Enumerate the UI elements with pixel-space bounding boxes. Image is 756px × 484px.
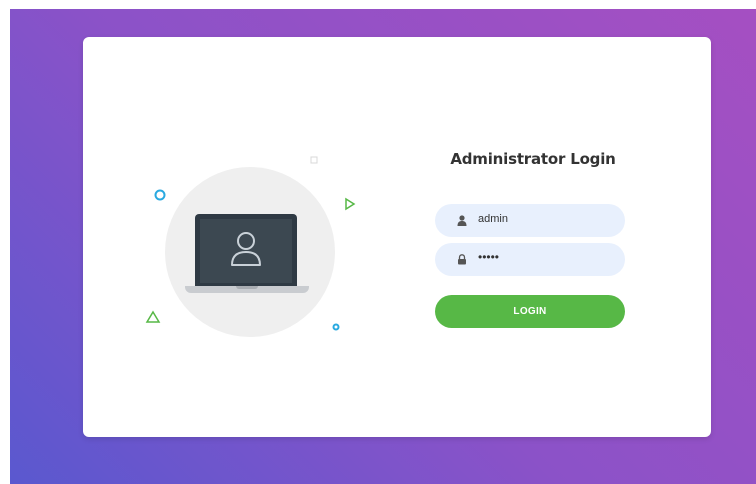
login-illustration	[133, 137, 373, 357]
username-value: admin	[478, 213, 508, 225]
login-button[interactable]: LOGIN	[435, 295, 625, 328]
ring-decoration-icon	[154, 189, 166, 201]
login-title: Administrator Login	[450, 150, 616, 168]
triangle-up-decoration-icon	[145, 310, 161, 323]
laptop-notch	[236, 286, 258, 289]
password-input[interactable]: •••••	[435, 243, 625, 276]
dot-decoration-icon	[332, 323, 340, 331]
username-input[interactable]: admin	[435, 204, 625, 237]
password-value: •••••	[478, 250, 500, 264]
lock-icon	[458, 254, 466, 265]
page-background: Administrator Login admin ••••• LOGIN	[10, 9, 756, 484]
square-decoration-icon	[310, 156, 318, 164]
login-form: Administrator Login admin ••••• LOGIN	[433, 37, 633, 437]
triangle-right-decoration-icon	[345, 197, 356, 211]
laptop-user-icon	[231, 232, 261, 266]
user-icon	[457, 215, 467, 226]
login-card: Administrator Login admin ••••• LOGIN	[83, 37, 711, 437]
